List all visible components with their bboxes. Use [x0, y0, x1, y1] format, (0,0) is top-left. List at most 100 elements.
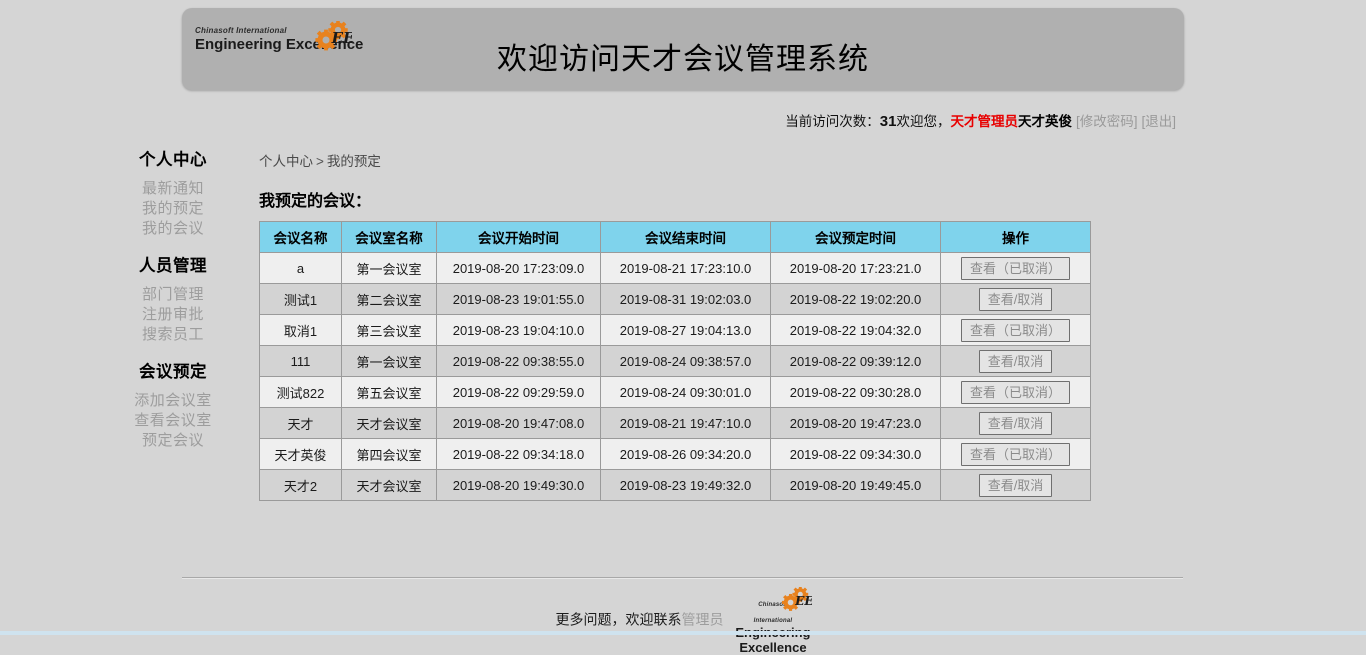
cell-room-name: 第五会议室 [342, 377, 437, 408]
cell-meeting-name: 111 [260, 346, 342, 377]
cell-start-time: 2019-08-22 09:34:18.0 [437, 439, 601, 470]
footer-logo-line-1b: International [754, 618, 793, 624]
table-row: 测试1 第二会议室 2019-08-23 19:01:55.0 2019-08-… [260, 284, 1091, 315]
cell-end-time: 2019-08-21 17:23:10.0 [601, 253, 771, 284]
cell-room-name: 天才会议室 [342, 408, 437, 439]
footer-logo-line-3: Excellence [735, 640, 810, 655]
table-row: 111 第一会议室 2019-08-22 09:38:55.0 2019-08-… [260, 346, 1091, 377]
table-row: 天才2 天才会议室 2019-08-20 19:49:30.0 2019-08-… [260, 470, 1091, 501]
view-cancelled-button[interactable]: 查看（已取消） [961, 257, 1070, 280]
sidebar-item-my-bookings[interactable]: 我的预定 [108, 199, 238, 219]
cell-room-name: 第二会议室 [342, 284, 437, 315]
view-cancelled-button[interactable]: 查看（已取消） [961, 443, 1070, 466]
view-cancelled-button[interactable]: 查看（已取消） [961, 381, 1070, 404]
cell-meeting-name: 测试1 [260, 284, 342, 315]
cell-end-time: 2019-08-26 09:34:20.0 [601, 439, 771, 470]
user-role-label: 天才管理员 [950, 114, 1018, 129]
sidebar-item-add-meeting-room[interactable]: 添加会议室 [108, 391, 238, 411]
cell-booking-time: 2019-08-22 09:34:30.0 [771, 439, 941, 470]
sidebar-item-view-meeting-room[interactable]: 查看会议室 [108, 411, 238, 431]
cell-actions: 查看/取消 [941, 284, 1091, 315]
cell-start-time: 2019-08-20 19:47:08.0 [437, 408, 601, 439]
sidebar-item-search-employee[interactable]: 搜索员工 [108, 325, 238, 345]
column-header-meeting-name: 会议名称 [260, 222, 342, 253]
cell-room-name: 第四会议室 [342, 439, 437, 470]
cell-room-name: 第一会议室 [342, 346, 437, 377]
site-footer: 更多问题，欢迎联系管理员 [0, 590, 1366, 652]
logout-link[interactable]: [退出] [1141, 114, 1176, 129]
cell-end-time: 2019-08-24 09:38:57.0 [601, 346, 771, 377]
visit-info-bar: 当前访问次数：31欢迎您，天才管理员天才英俊 [修改密码][退出] [785, 110, 1176, 130]
contact-admin-link[interactable]: 管理员 [681, 612, 723, 628]
ee-monogram: EE [794, 594, 812, 608]
visit-count-label: 当前访问次数： [785, 114, 880, 129]
visit-count-value: 31 [880, 113, 897, 130]
cell-booking-time: 2019-08-20 17:23:21.0 [771, 253, 941, 284]
table-row: 天才 天才会议室 2019-08-20 19:47:08.0 2019-08-2… [260, 408, 1091, 439]
cell-end-time: 2019-08-21 19:47:10.0 [601, 408, 771, 439]
column-header-room-name: 会议室名称 [342, 222, 437, 253]
cell-actions: 查看/取消 [941, 346, 1091, 377]
welcome-label: 欢迎您， [896, 114, 950, 129]
user-name-label: 天才英俊 [1018, 114, 1072, 129]
column-header-start-time: 会议开始时间 [437, 222, 601, 253]
cell-start-time: 2019-08-20 17:23:09.0 [437, 253, 601, 284]
cell-booking-time: 2019-08-20 19:49:45.0 [771, 470, 941, 501]
cell-booking-time: 2019-08-20 19:47:23.0 [771, 408, 941, 439]
sidebar-item-latest-notice[interactable]: 最新通知 [108, 179, 238, 199]
cell-meeting-name: 天才2 [260, 470, 342, 501]
cell-meeting-name: 取消1 [260, 315, 342, 346]
my-bookings-table: 会议名称 会议室名称 会议开始时间 会议结束时间 会议预定时间 操作 a 第一会… [259, 221, 1091, 501]
sidebar-item-department-management[interactable]: 部门管理 [108, 285, 238, 305]
footer-text: 更多问题，欢迎联系 [555, 612, 681, 628]
cell-actions: 查看/取消 [941, 408, 1091, 439]
cell-start-time: 2019-08-23 19:04:10.0 [437, 315, 601, 346]
view-cancel-button[interactable]: 查看/取消 [979, 288, 1053, 311]
view-cancel-button[interactable]: 查看/取消 [979, 412, 1053, 435]
cell-booking-time: 2019-08-22 19:04:32.0 [771, 315, 941, 346]
table-header-row: 会议名称 会议室名称 会议开始时间 会议结束时间 会议预定时间 操作 [260, 222, 1091, 253]
table-row: 取消1 第三会议室 2019-08-23 19:04:10.0 2019-08-… [260, 315, 1091, 346]
cell-start-time: 2019-08-20 19:49:30.0 [437, 470, 601, 501]
footer-divider [182, 577, 1183, 579]
breadcrumb: 个人中心>我的预定 [259, 150, 1091, 170]
cell-meeting-name: 天才英俊 [260, 439, 342, 470]
cell-meeting-name: 测试822 [260, 377, 342, 408]
sidebar-item-my-meetings[interactable]: 我的会议 [108, 219, 238, 239]
sidebar-item-registration-approval[interactable]: 注册审批 [108, 305, 238, 325]
column-header-actions: 操作 [941, 222, 1091, 253]
table-row: 测试822 第五会议室 2019-08-22 09:29:59.0 2019-0… [260, 377, 1091, 408]
cell-end-time: 2019-08-27 19:04:13.0 [601, 315, 771, 346]
column-header-booking-time: 会议预定时间 [771, 222, 941, 253]
cell-actions: 查看/取消 [941, 470, 1091, 501]
column-header-end-time: 会议结束时间 [601, 222, 771, 253]
cell-room-name: 第三会议室 [342, 315, 437, 346]
sidebar-item-book-meeting[interactable]: 预定会议 [108, 431, 238, 451]
view-cancel-button[interactable]: 查看/取消 [979, 350, 1053, 373]
site-header-banner: EE Chinasoft International Engineering E… [182, 8, 1184, 90]
breadcrumb-root[interactable]: 个人中心 [259, 154, 313, 169]
cell-end-time: 2019-08-24 09:30:01.0 [601, 377, 771, 408]
view-cancel-button[interactable]: 查看/取消 [979, 474, 1053, 497]
page-title-heading: 欢迎访问天才会议管理系统 [182, 34, 1184, 78]
sidebar-section-title-booking: 会议预定 [108, 362, 238, 382]
cell-start-time: 2019-08-23 19:01:55.0 [437, 284, 601, 315]
cell-room-name: 天才会议室 [342, 470, 437, 501]
sidebar-section-title-staff: 人员管理 [108, 256, 238, 276]
gears-icon: EE [774, 587, 812, 613]
section-heading: 我预定的会议： [259, 187, 1091, 211]
change-password-link[interactable]: [修改密码] [1076, 114, 1138, 129]
cell-actions: 查看（已取消） [941, 439, 1091, 470]
cell-room-name: 第一会议室 [342, 253, 437, 284]
main-content: 个人中心>我的预定 我预定的会议： 会议名称 会议室名称 会议开始时间 会议结束… [259, 150, 1091, 501]
cell-meeting-name: a [260, 253, 342, 284]
cell-actions: 查看（已取消） [941, 315, 1091, 346]
cell-actions: 查看（已取消） [941, 253, 1091, 284]
cell-start-time: 2019-08-22 09:29:59.0 [437, 377, 601, 408]
cell-booking-time: 2019-08-22 09:30:28.0 [771, 377, 941, 408]
view-cancelled-button[interactable]: 查看（已取消） [961, 319, 1070, 342]
cell-booking-time: 2019-08-22 19:02:20.0 [771, 284, 941, 315]
sidebar-section-title-personal: 个人中心 [108, 150, 238, 170]
breadcrumb-current: 我的预定 [327, 154, 381, 169]
footer-company-logo: EE Chinasoft International Engineering E… [735, 593, 810, 655]
